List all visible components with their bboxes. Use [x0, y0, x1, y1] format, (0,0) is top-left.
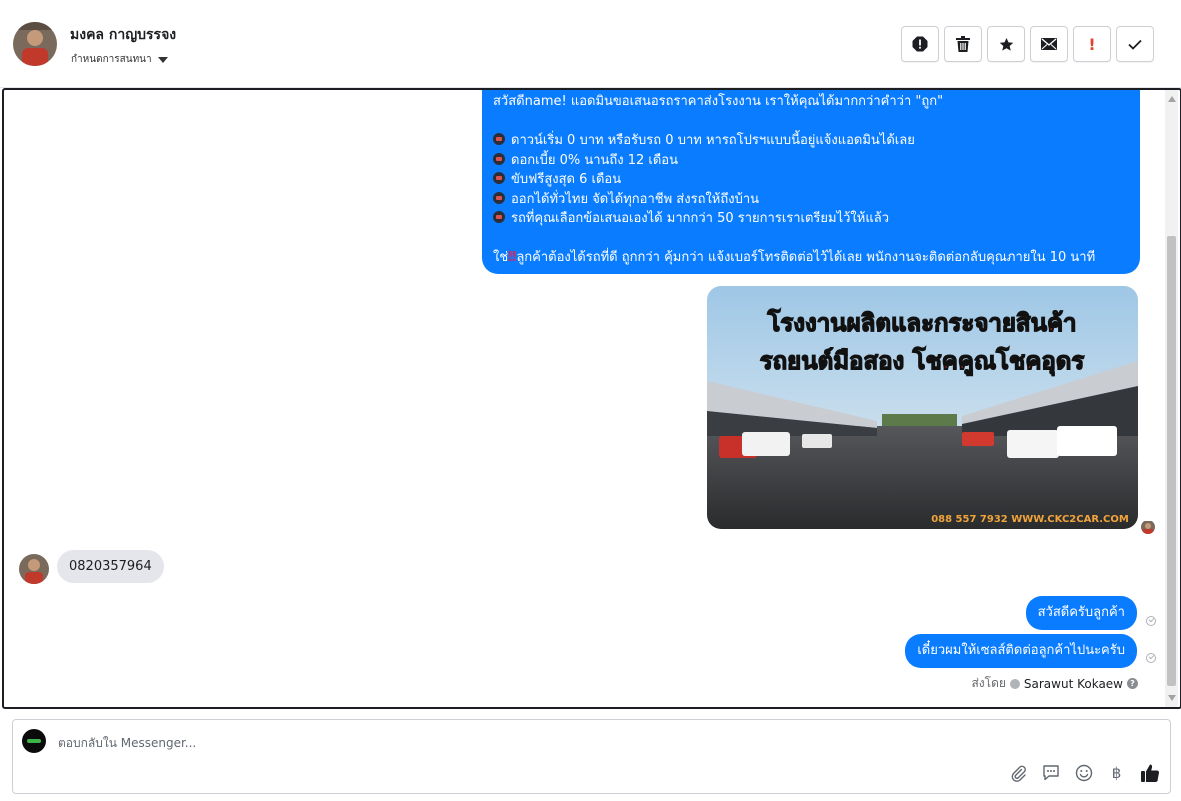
- outgoing-message-bubble[interactable]: เดี๋ยวผมให้เซลส์ติดต่อลูกค้าไปนะครับ: [905, 634, 1137, 668]
- saved-reply-icon: [1042, 764, 1059, 780]
- message-thread[interactable]: สวัสดีname! แอดมินขอเสนอรถราคาส่งโรงงาน …: [2, 88, 1181, 709]
- composer-tools: ฿: [1007, 762, 1160, 783]
- outgoing-message-bubble[interactable]: สวัสดีครับลูกค้า: [1025, 596, 1137, 630]
- mark-spam-button[interactable]: [901, 26, 939, 62]
- contact-name[interactable]: มงคล กาญบรรจง: [70, 24, 176, 46]
- car-emoji-icon: [493, 172, 505, 184]
- status-dropdown-label: กำหนดการสนทนา: [71, 54, 152, 65]
- incoming-message-bubble[interactable]: 0820357964: [57, 550, 164, 583]
- contact-avatar[interactable]: [13, 22, 57, 66]
- sent-check-icon: [1146, 653, 1156, 663]
- image-headline-1: โรงงานผลิตและกระจายสินค้า: [766, 308, 1076, 337]
- image-message[interactable]: โรงงานผลิตและกระจายสินค้า รถยนต์มือสอง โ…: [707, 286, 1138, 529]
- contact-avatar-small[interactable]: [19, 554, 49, 584]
- baht-icon: ฿: [1111, 763, 1122, 782]
- promo-greeting: สวัสดีname! แอดมินขอเสนอรถราคาส่งโรงงาน …: [493, 94, 944, 109]
- promo-bullet: ดาวน์เริ่ม 0 บาท หรือรับรถ 0 บาท หารถโปร…: [493, 131, 1129, 151]
- car-emoji-icon: [493, 152, 505, 165]
- saved-replies-button[interactable]: [1040, 762, 1061, 783]
- page-badge-icon: [1009, 678, 1020, 689]
- promo-bullet: ออกได้ทั่วไทย จัดได้ทุกอาชีพ ส่งรถให้ถึง…: [493, 190, 1129, 210]
- check-icon: [1128, 39, 1142, 50]
- star-button[interactable]: [987, 26, 1025, 62]
- scroll-down-arrow-icon[interactable]: [1168, 695, 1176, 701]
- promo-message-bubble[interactable]: สวัสดีname! แอดมินขอเสนอรถราคาส่งโรงงาน …: [482, 90, 1140, 274]
- sent-by-label: ส่งโดย: [971, 676, 1006, 690]
- inbox-app: มงคล กาญบรรจง กำหนดการสนทนา ! สวัสดีname…: [0, 0, 1181, 801]
- promo-bullet: ดอกเบี้ย 0% นานถึง 12 เดือน: [493, 151, 1129, 171]
- spam-icon: [912, 36, 928, 52]
- emoji-icon: [1075, 764, 1092, 781]
- conversation-actions: !: [901, 26, 1154, 62]
- star-icon: [999, 37, 1013, 51]
- scroll-up-arrow-icon[interactable]: [1168, 96, 1176, 102]
- image-headline-2: รถยนต์มือสอง โชคคูณโชคอุดร: [760, 346, 1085, 377]
- payment-button[interactable]: ฿: [1106, 762, 1127, 783]
- thread-scrollbar[interactable]: [1165, 90, 1178, 707]
- mark-done-button[interactable]: [1116, 26, 1154, 62]
- delete-button[interactable]: [944, 26, 982, 62]
- sent-by-info: ส่งโดย Sarawut Kokaew ?: [971, 674, 1138, 693]
- promo-closing: ใช่‼ลูกค้าต้องได้รถที่ดี ถูกกว่า คุ้มกว่…: [493, 248, 1129, 268]
- seen-avatar: [1141, 520, 1155, 534]
- emoji-button[interactable]: [1073, 762, 1094, 783]
- car-emoji-icon: [493, 133, 505, 145]
- scroll-thumb[interactable]: [1167, 236, 1176, 686]
- attach-button[interactable]: [1007, 762, 1028, 783]
- sent-check-icon: [1146, 616, 1156, 626]
- chevron-down-icon: [157, 56, 168, 63]
- like-button[interactable]: [1139, 762, 1160, 783]
- sender-name: Sarawut Kokaew: [1023, 676, 1123, 691]
- trash-icon: [956, 36, 970, 52]
- thumbs-up-icon: [1140, 764, 1159, 782]
- mark-unread-button[interactable]: [1030, 26, 1068, 62]
- envelope-icon: [1041, 38, 1057, 50]
- image-footer-text: 088 557 7932 WWW.CKC2CAR.COM: [931, 514, 1129, 525]
- promo-bullet: ขับฟรีสูงสุด 6 เดือน: [493, 170, 1129, 190]
- page-logo: [22, 729, 46, 753]
- reply-input[interactable]: [58, 732, 758, 754]
- conversation-header: มงคล กาญบรรจง กำหนดการสนทนา !: [0, 0, 1181, 88]
- car-emoji-icon: [493, 191, 505, 204]
- car-emoji-icon: [493, 211, 505, 223]
- follow-up-button[interactable]: !: [1073, 26, 1111, 62]
- promo-bullet: รถที่คุณเลือกข้อเสนอเองได้ มากกว่า 50 รา…: [493, 209, 1129, 229]
- paperclip-icon: [1011, 765, 1026, 782]
- help-icon[interactable]: ?: [1127, 678, 1138, 689]
- follow-up-icon: !: [1088, 34, 1096, 54]
- reply-composer: ฿: [12, 719, 1171, 794]
- conversation-status-dropdown[interactable]: กำหนดการสนทนา: [71, 52, 168, 67]
